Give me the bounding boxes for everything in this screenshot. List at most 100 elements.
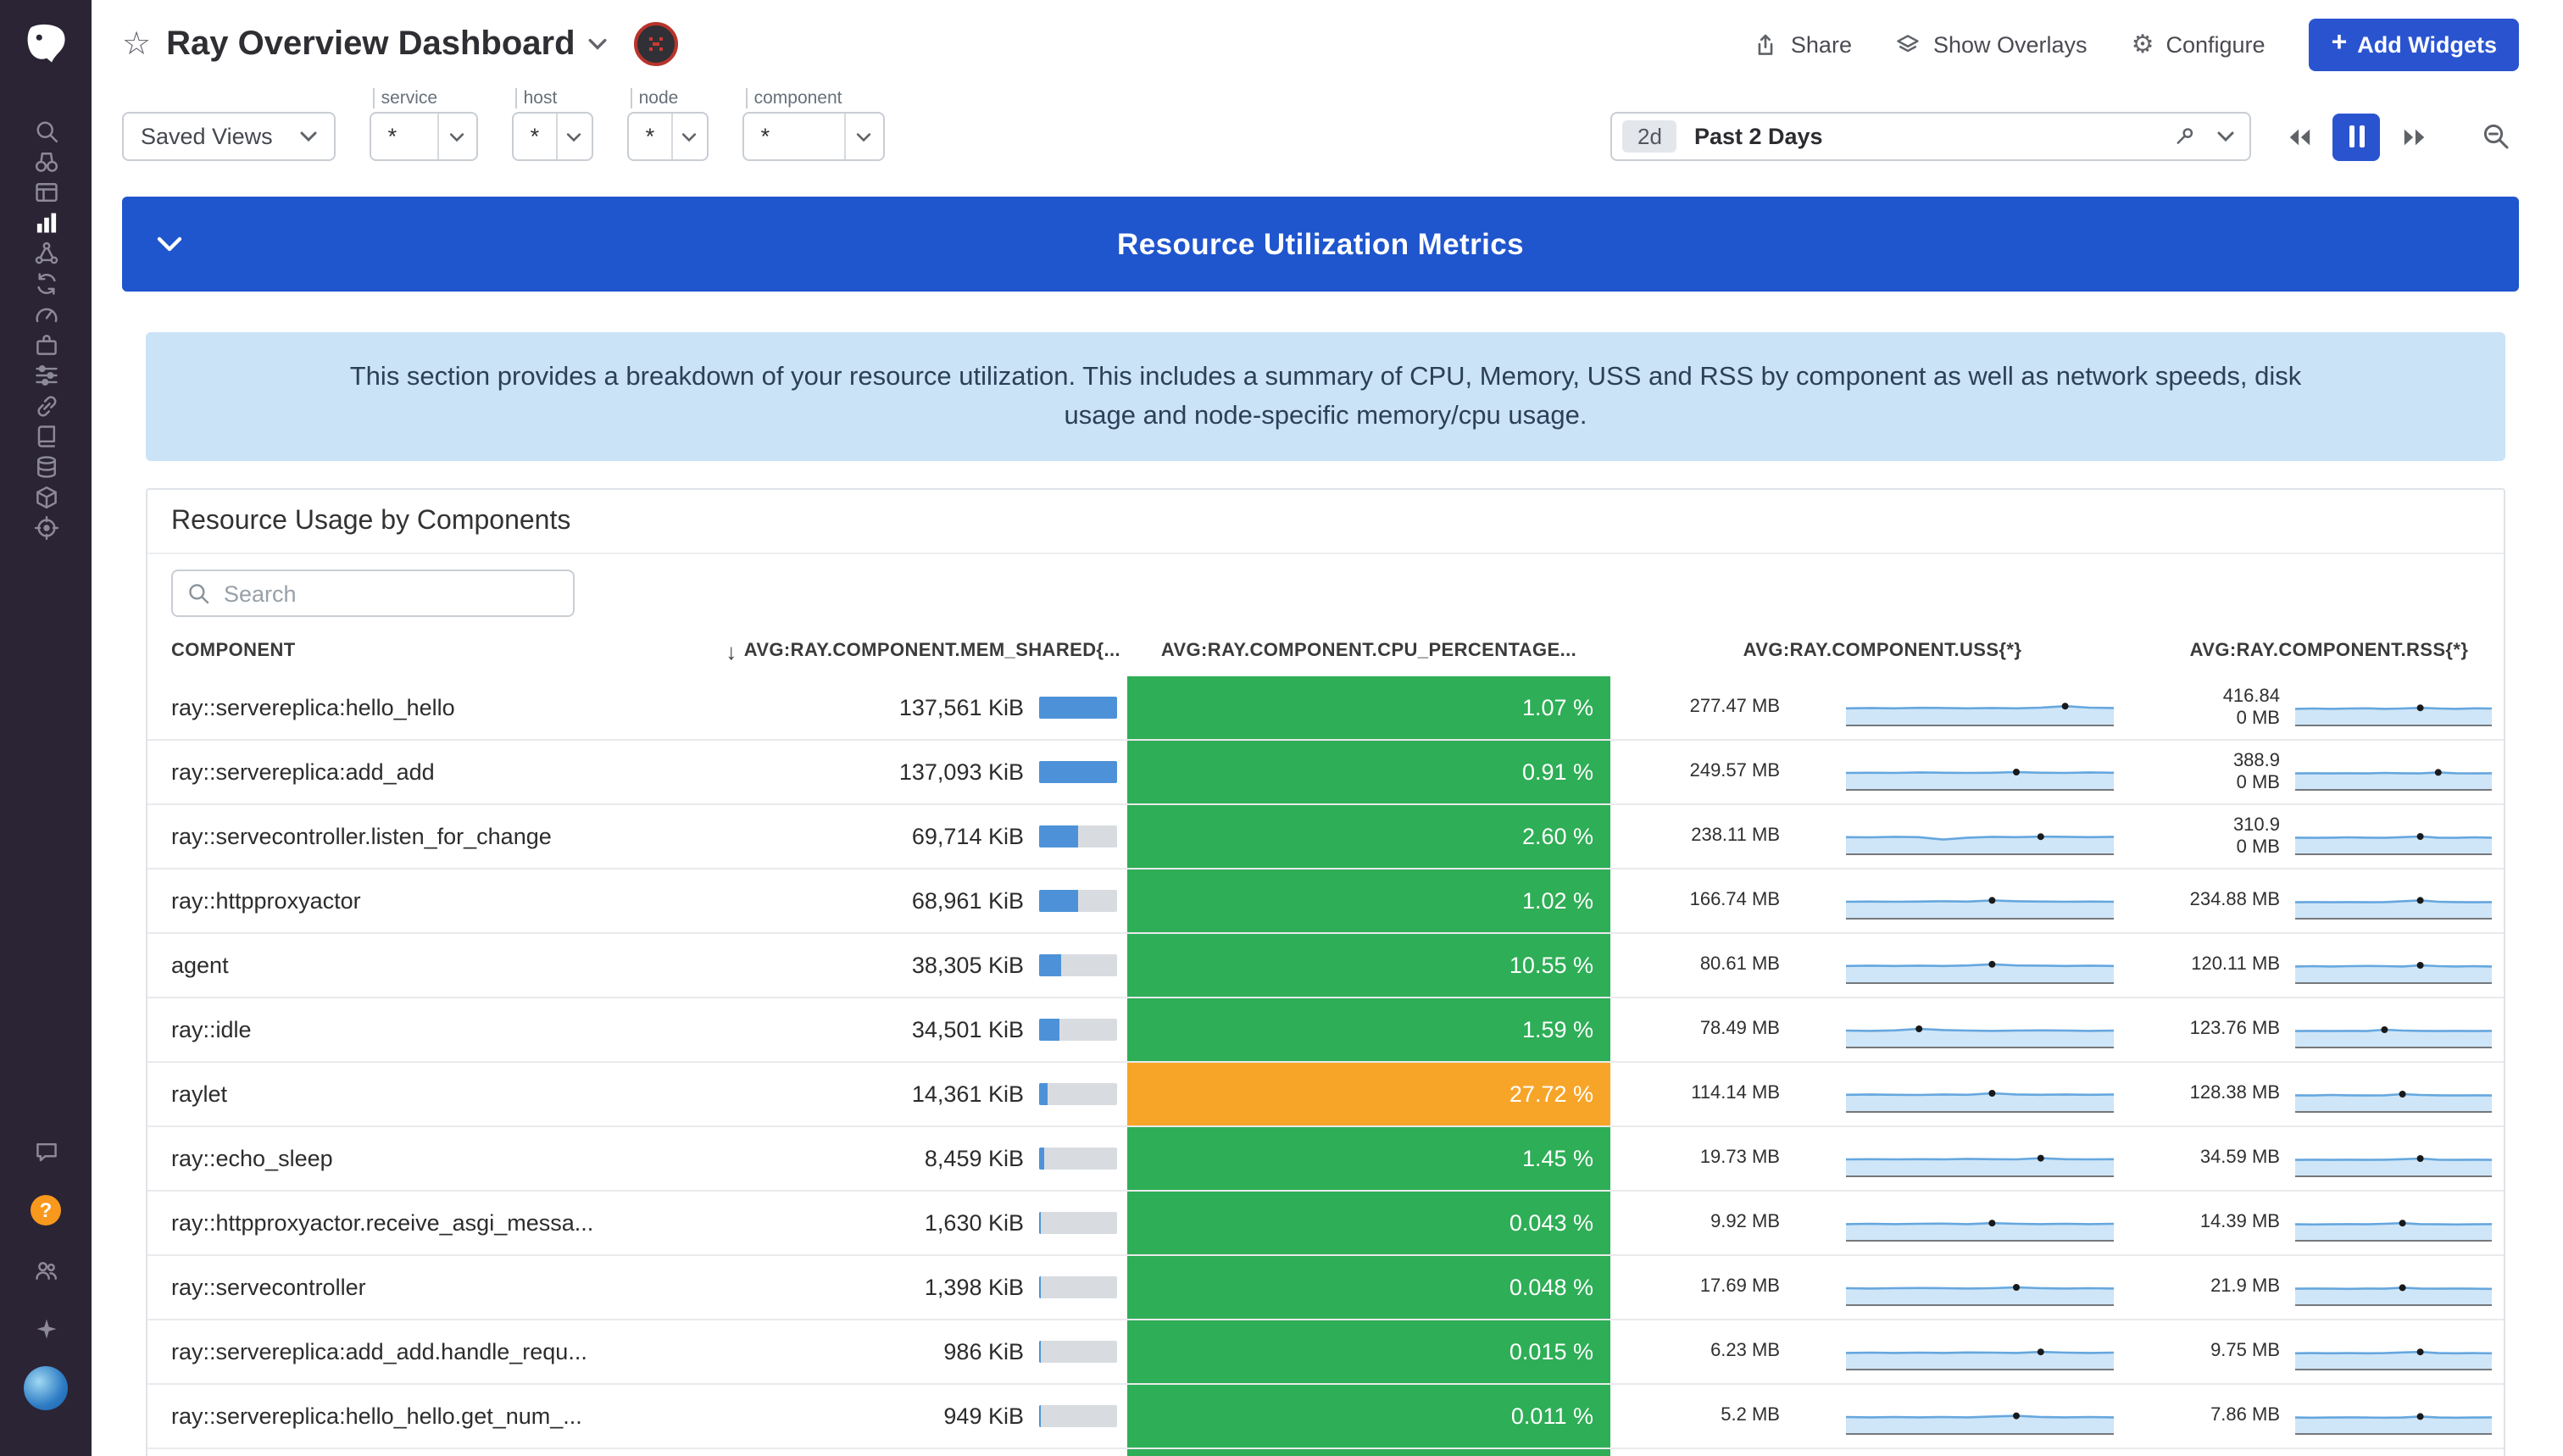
- sidebar-item-dashboards[interactable]: [33, 176, 58, 207]
- sparkline-chart: [1844, 1333, 2115, 1370]
- title-chevron-down-icon[interactable]: [589, 37, 608, 51]
- table-row[interactable]: ray::servereplica:hello_hello137,561 KiB…: [147, 676, 2504, 741]
- binoculars-icon: [33, 148, 58, 174]
- rss-value: 123.76 MB: [2154, 1020, 2280, 1041]
- sidebar-item-link[interactable]: [33, 390, 58, 420]
- column-header-uss[interactable]: AVG:RAY.COMPONENT.USS{*}: [1610, 641, 2154, 661]
- table-row[interactable]: agent38,305 KiB10.55 %80.61 MB120.11 MB: [147, 934, 2504, 998]
- uss-value: 9.92 MB: [1610, 1213, 1780, 1234]
- chevron-down-icon: [437, 114, 476, 159]
- mem-shared-value: 137,093 KiB: [899, 759, 1024, 785]
- sort-descending-icon: ↓: [726, 638, 737, 664]
- cpu-percentage-cell: 27.72 %: [1127, 1063, 1610, 1125]
- uss-value: 19.73 MB: [1610, 1148, 1780, 1170]
- show-overlays-button[interactable]: Show Overlays: [1896, 31, 2088, 57]
- mem-shared-value: 986 KiB: [943, 1339, 1024, 1364]
- mem-shared-cell: 34,501 KiB: [661, 998, 1127, 1061]
- favorite-star-icon[interactable]: ☆: [122, 25, 151, 64]
- table-row[interactable]: ray::servereplica:add_add.handle_requ...…: [147, 1320, 2504, 1385]
- table-row[interactable]: ray::httpproxyactor68,961 KiB1.02 %166.7…: [147, 870, 2504, 934]
- rss-cell: 234.88 MB: [2154, 870, 2504, 932]
- column-header-mem-label: AVG:RAY.COMPONENT.MEM_SHARED{...: [744, 641, 1120, 661]
- sidebar-item-metrics-chart[interactable]: [33, 207, 58, 237]
- cpu-percentage-cell: 0.91 %: [1127, 741, 1610, 803]
- sidebar-item-chat[interactable]: [24, 1136, 68, 1166]
- sidebar-item-gauge[interactable]: [33, 298, 58, 329]
- widget-title-row: Resource Usage by Components: [147, 490, 2504, 554]
- plus-icon: +: [2332, 31, 2348, 58]
- sidebar-item-binoculars[interactable]: [33, 146, 58, 176]
- sidebar-item-users[interactable]: [24, 1254, 68, 1285]
- add-widgets-button[interactable]: + Add Widgets: [2310, 18, 2519, 70]
- filter-group-host: host*: [512, 88, 593, 161]
- pause-button[interactable]: [2332, 113, 2380, 160]
- sidebar-item-cube[interactable]: [33, 481, 58, 512]
- chevron-down-icon[interactable]: [2217, 131, 2234, 142]
- widget-search-row: [147, 554, 2504, 625]
- table-row[interactable]: ray::idle34,501 KiB1.59 %78.49 MB123.76 …: [147, 998, 2504, 1063]
- section-title: Resource Utilization Metrics: [122, 226, 2519, 262]
- column-header-rss[interactable]: AVG:RAY.COMPONENT.RSS{*}: [2154, 641, 2504, 661]
- share-button[interactable]: Share: [1754, 31, 1852, 57]
- rewind-button[interactable]: [2275, 113, 2322, 160]
- header: ☆ Ray Overview Dashboard Share Show Over…: [92, 0, 2563, 178]
- configure-button[interactable]: ⚙ Configure: [2132, 31, 2266, 57]
- share-icon-label: Share: [1791, 31, 1852, 57]
- table-row[interactable]: ray::servecontroller.listen_for_change69…: [147, 805, 2504, 870]
- table-row[interactable]: raylet14,361 KiB27.72 %114.14 MB128.38 M…: [147, 1063, 2504, 1127]
- uss-value: 78.49 MB: [1610, 1020, 1780, 1041]
- component-name: ray::httpproxyactor.receive_asgi_messa..…: [147, 1192, 661, 1254]
- search-input[interactable]: [220, 579, 559, 608]
- table-row[interactable]: ray::servecontroller1,398 KiB0.048 %17.6…: [147, 1256, 2504, 1320]
- zoom-out-button[interactable]: [2471, 113, 2519, 160]
- table-row[interactable]: ray::echo_sleep8,459 KiB1.45 %19.73 MB34…: [147, 1127, 2504, 1192]
- sparkline-chart: [2293, 947, 2494, 984]
- column-header-mem-shared[interactable]: ↓ AVG:RAY.COMPONENT.MEM_SHARED{...: [661, 638, 1127, 664]
- sidebar-item-sync[interactable]: [33, 268, 58, 298]
- dashboard-avatar[interactable]: [635, 22, 679, 66]
- rss-cell: 310.9 0 MB: [2154, 805, 2504, 868]
- filter-select-node[interactable]: *: [627, 112, 709, 161]
- header-filter-row: Saved Views service*host*node*component*…: [92, 88, 2563, 178]
- column-header-component[interactable]: COMPONENT: [147, 641, 661, 661]
- sidebar-item-help[interactable]: ?: [24, 1195, 68, 1225]
- component-name: ray::servereplica:hello_hello.get_num_..…: [147, 1385, 661, 1448]
- add-widgets-label: Add Widgets: [2357, 31, 2497, 57]
- uss-cell: 19.73 MB: [1610, 1127, 2154, 1190]
- column-header-cpu-percentage[interactable]: AVG:RAY.COMPONENT.CPU_PERCENTAGE...: [1127, 641, 1610, 661]
- mem-shared-value: 34,501 KiB: [912, 1017, 1024, 1042]
- time-range-picker[interactable]: 2d Past 2 Days: [1610, 112, 2251, 161]
- sparkline-chart: [2293, 753, 2494, 791]
- uss-value: 80.61 MB: [1610, 955, 1780, 976]
- fast-forward-button[interactable]: [2390, 113, 2438, 160]
- table-row[interactable]: ray::servereplica:add_add137,093 KiB0.91…: [147, 741, 2504, 805]
- chevron-down-icon: [671, 114, 706, 159]
- filter-value: *: [744, 124, 844, 149]
- saved-views-button[interactable]: Saved Views: [122, 112, 336, 161]
- rss-cell: 21.9 MB: [2154, 1256, 2504, 1319]
- sidebar-item-database[interactable]: [33, 451, 58, 481]
- playback-controls: [2275, 113, 2438, 160]
- sidebar-item-target[interactable]: [33, 512, 58, 542]
- mem-shared-cell: 1,398 KiB: [661, 1256, 1127, 1319]
- section-header-banner[interactable]: Resource Utilization Metrics: [122, 197, 2519, 292]
- sparkline-chart: [1844, 882, 2115, 920]
- sidebar-item-search[interactable]: [33, 115, 58, 146]
- table-row[interactable]: ray::httpproxyactor.receive_asgi_messa..…: [147, 1192, 2504, 1256]
- sidebar-item-user-avatar[interactable]: [24, 1373, 68, 1403]
- filter-select-component[interactable]: *: [742, 112, 885, 161]
- filter-select-host[interactable]: *: [512, 112, 593, 161]
- sidebar-item-sparkle[interactable]: [24, 1314, 68, 1344]
- pin-icon[interactable]: [2173, 125, 2197, 148]
- table-row[interactable]: ray::servereplica:hello_hello.get_num_..…: [147, 1385, 2504, 1449]
- sidebar-item-book[interactable]: [33, 420, 58, 451]
- sidebar-item-pipelines[interactable]: [33, 359, 58, 390]
- table-row[interactable]: ray::servereplica:hello_hello.handle_re.…: [147, 1449, 2504, 1456]
- cpu-percentage-value: 1.59 %: [1522, 1017, 1593, 1042]
- sidebar-item-cluster[interactable]: [33, 237, 58, 268]
- sidebar-item-puzzle[interactable]: [33, 329, 58, 359]
- filter-select-service[interactable]: *: [370, 112, 478, 161]
- collapse-chevron-icon[interactable]: [156, 236, 183, 253]
- cpu-percentage-cell: 1.07 %: [1127, 676, 1610, 739]
- datadog-logo[interactable]: [15, 14, 76, 75]
